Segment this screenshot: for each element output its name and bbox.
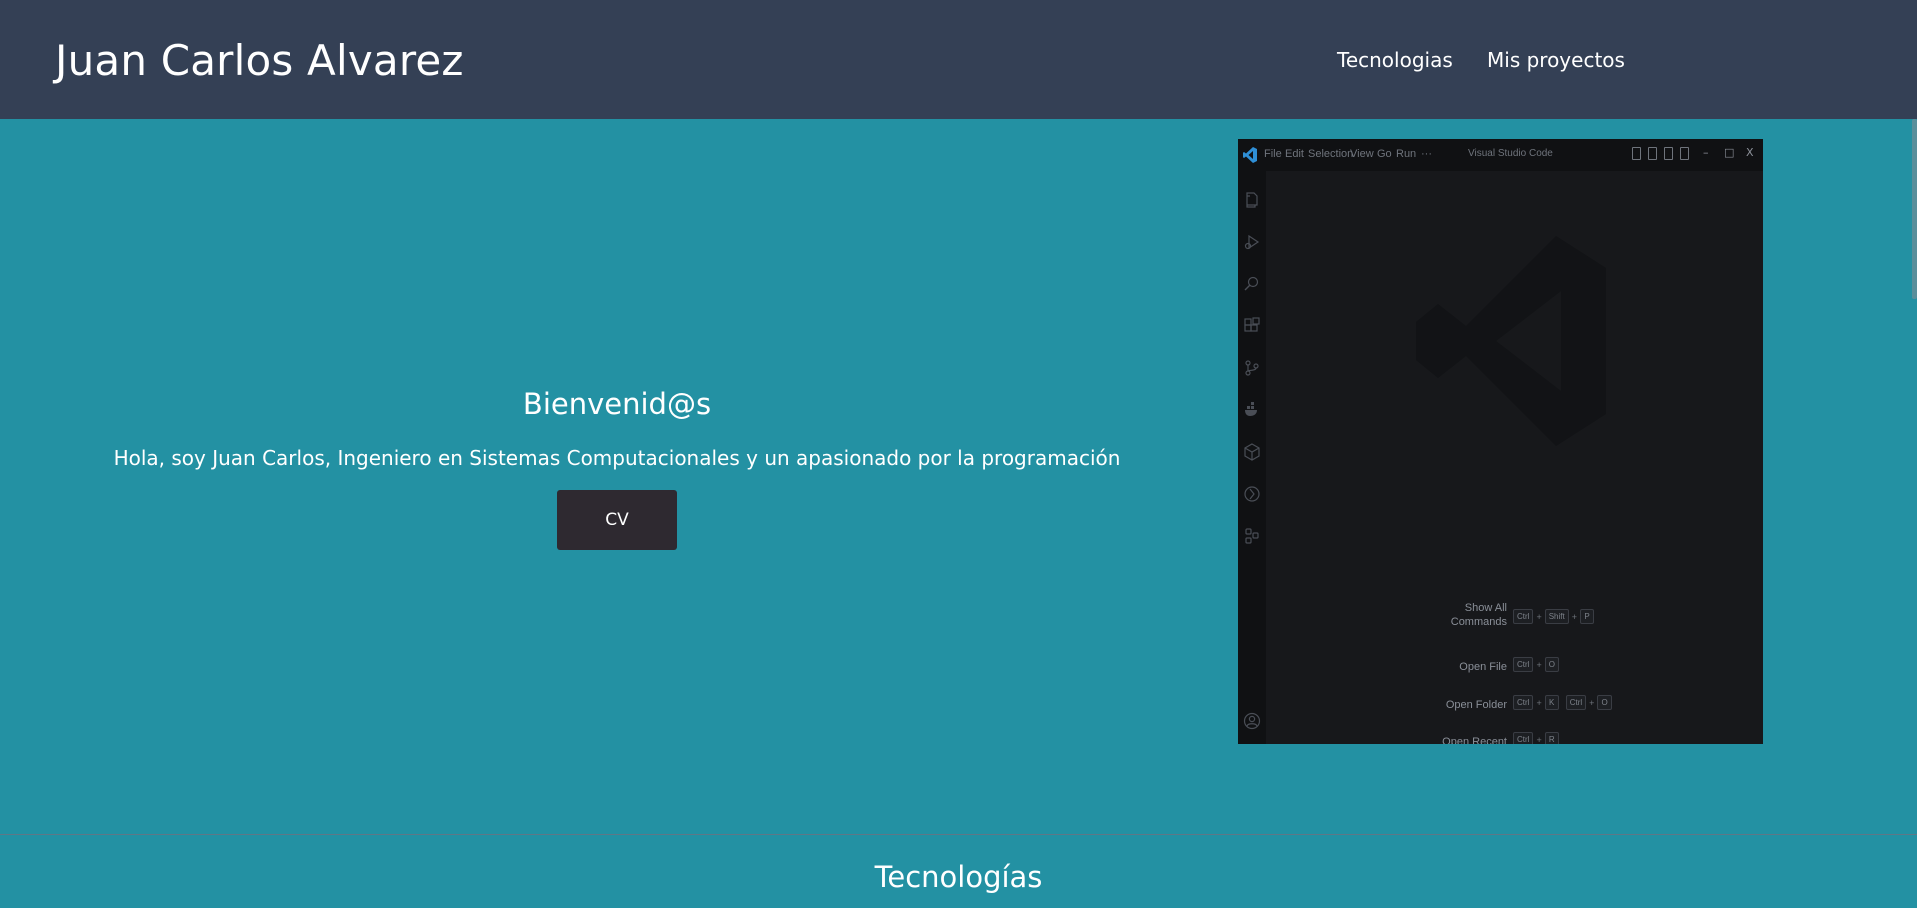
layout-panel-icon: [1648, 147, 1657, 160]
shortcut-keys: Ctrl + O: [1513, 657, 1559, 672]
explorer-icon: [1246, 192, 1258, 208]
key-cap: O: [1597, 695, 1612, 710]
shortcut-label-line: Show All: [1464, 602, 1507, 614]
vscode-menu-view: View: [1350, 148, 1374, 160]
key-cap: Ctrl: [1565, 695, 1587, 710]
key-cap: Ctrl: [1513, 609, 1534, 624]
shortcut-keys: Ctrl + K Ctrl + O: [1513, 695, 1612, 710]
search-icon: [1244, 276, 1259, 291]
maximize-icon: □: [1724, 146, 1735, 159]
cv-button[interactable]: CV: [557, 490, 677, 550]
key-plus: +: [1536, 697, 1542, 708]
extensions-icon: [1244, 317, 1260, 332]
key-plus: +: [1536, 734, 1542, 745]
vscode-watermark-icon: [1416, 236, 1606, 446]
key-plus: +: [1571, 611, 1577, 622]
vscode-editor-area: Show All Commands Ctrl + Shift + P Open …: [1266, 171, 1763, 744]
key-cap: Shift: [1544, 609, 1569, 624]
shortcut-label: Open File: [1459, 661, 1507, 673]
vscode-activity-bar: [1238, 171, 1266, 744]
key-cap: Ctrl: [1513, 657, 1534, 672]
top-navbar: Juan Carlos Alvarez Tecnologias Mis proy…: [0, 0, 1917, 119]
vscode-window-title: Visual Studio Code: [1468, 148, 1553, 159]
git-graph-icon: [1244, 486, 1260, 502]
remote-icon: [1245, 528, 1259, 544]
shortcut-keys: Ctrl + R: [1513, 732, 1559, 744]
key-cap: P: [1580, 609, 1594, 624]
vscode-menu-file: File: [1264, 148, 1282, 160]
layout-sidebar-icon: [1664, 147, 1673, 160]
shortcut-show-all-commands: Show All Commands Ctrl + Shift + P: [1266, 601, 1763, 635]
docker-icon: [1245, 402, 1257, 416]
nav-link-mis-proyectos[interactable]: Mis proyectos: [1487, 48, 1625, 72]
minimize-icon: –: [1703, 146, 1709, 159]
shortcut-open-folder: Open Folder Ctrl + K Ctrl + O: [1266, 695, 1763, 715]
account-icon: [1243, 712, 1261, 730]
key-plus: +: [1589, 697, 1595, 708]
nav-link-tecnologias[interactable]: Tecnologias: [1337, 48, 1453, 72]
vscode-menu-selection: Selection: [1308, 148, 1354, 160]
key-cap: O: [1544, 657, 1559, 672]
vscode-menu-edit: Edit: [1285, 148, 1304, 160]
shortcut-label-line: Commands: [1450, 616, 1507, 628]
hero-title: Bienvenid@s: [522, 387, 712, 421]
package-icon: [1244, 443, 1260, 461]
shortcut-label: Show All Commands: [1451, 601, 1507, 629]
close-icon: X: [1746, 146, 1754, 159]
key-cap: R: [1544, 732, 1559, 744]
vscode-menu-run: Run: [1396, 148, 1417, 160]
key-plus: +: [1536, 611, 1542, 622]
source-control-icon: [1245, 360, 1259, 376]
shortcut-keys: Ctrl + Shift + P: [1513, 609, 1594, 624]
shortcut-open-recent: Open Recent Ctrl + R: [1266, 732, 1763, 744]
shortcut-open-file: Open File Ctrl + O: [1266, 657, 1763, 677]
run-debug-icon: [1244, 234, 1260, 250]
section-divider: [0, 834, 1917, 835]
page-scrollbar-thumb[interactable]: [1912, 119, 1917, 299]
vscode-logo-icon: [1243, 147, 1257, 163]
key-cap: Ctrl: [1513, 732, 1534, 744]
key-cap: Ctrl: [1513, 695, 1534, 710]
vscode-menu-go: Go: [1377, 148, 1392, 160]
layout-toggle-icon: [1632, 147, 1641, 160]
vscode-screenshot: File Edit Selection View Go Run ··· Visu…: [1238, 139, 1763, 744]
shortcut-label: Open Folder: [1445, 699, 1507, 711]
vscode-titlebar: File Edit Selection View Go Run ··· Visu…: [1238, 139, 1763, 171]
site-brand[interactable]: Juan Carlos Alvarez: [55, 36, 464, 85]
layout-customize-icon: [1680, 147, 1689, 160]
shortcut-label: Open Recent: [1442, 736, 1507, 744]
section-title-tecnologias: Tecnologías: [874, 860, 1043, 894]
vscode-menu-more: ···: [1421, 148, 1432, 160]
hero-subtitle: Hola, soy Juan Carlos, Ingeniero en Sist…: [113, 446, 1121, 470]
key-plus: +: [1536, 659, 1542, 670]
key-cap: K: [1544, 695, 1559, 710]
